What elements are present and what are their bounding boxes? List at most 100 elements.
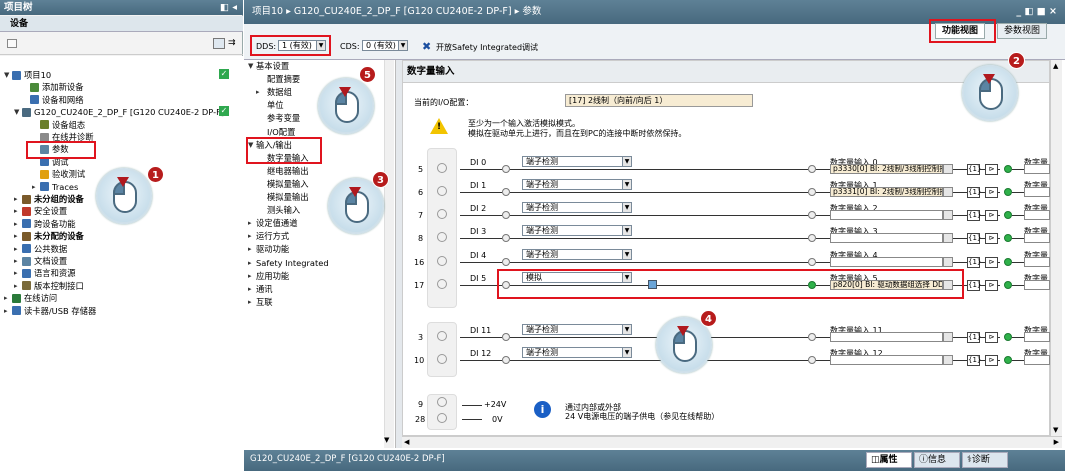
output-signal-right[interactable] — [1024, 355, 1050, 365]
list-view-icon[interactable] — [213, 38, 225, 49]
nav-item[interactable]: 配置摘要 — [256, 73, 300, 85]
expand-icon[interactable]: ▸ — [14, 193, 22, 205]
scroll-down-icon[interactable]: ▼ — [1053, 426, 1058, 434]
nav-item[interactable]: 继电器输出 — [256, 165, 309, 177]
invert-icon[interactable]: ⊳ — [985, 257, 998, 268]
expand-icon[interactable]: ▸ — [248, 270, 256, 282]
tree-item[interactable]: ▼ G120_CU240E_2_DP_F [G120 CU240E-2 DP-F] — [14, 106, 224, 118]
tree-item[interactable]: 设备组态 — [32, 119, 85, 131]
nav-item[interactable]: 参考变量 — [256, 112, 300, 124]
expand-icon[interactable]: ▸ — [248, 257, 256, 269]
mode-select[interactable]: 端子检测 ▼ — [522, 324, 632, 335]
output-signal-right[interactable] — [1024, 164, 1050, 174]
expand-icon[interactable]: ▸ — [248, 217, 256, 229]
tree-item[interactable]: ▸ 版本控制接口 — [14, 280, 84, 292]
content-hscrollbar[interactable]: ◀ ▶ — [402, 436, 1062, 448]
expand-icon[interactable]: ▸ — [4, 292, 12, 304]
output-signal-right[interactable] — [1024, 280, 1050, 290]
nav-item[interactable]: ▸ 应用功能 — [248, 270, 289, 282]
tree-item[interactable]: ▸ 在线访问 — [4, 292, 57, 304]
connector-icon[interactable]: {1} — [967, 280, 981, 291]
connector-icon[interactable]: {1} — [967, 164, 981, 175]
nav-item[interactable]: ▸ Safety Integrated — [248, 257, 329, 269]
nav-item[interactable]: ▸ 设定值通道 — [248, 217, 298, 229]
nav-expand-button[interactable]: ▼ — [384, 436, 394, 448]
expand-icon[interactable]: ▼ — [4, 69, 12, 81]
properties-tab[interactable]: ◫属性 — [866, 452, 912, 468]
tree-item[interactable]: ▸ 未分配的设备 — [14, 230, 84, 242]
tree-item[interactable]: ▼ 项目10 — [4, 69, 51, 81]
expand-icon[interactable]: ▸ — [14, 218, 22, 230]
signal-select-button[interactable] — [943, 164, 953, 174]
output-signal[interactable]: p3330[0] BI: 2线制/3线制控制指 — [830, 164, 943, 174]
devices-tab[interactable]: 设备 — [0, 16, 243, 32]
invert-icon[interactable]: ⊳ — [985, 280, 998, 291]
expand-icon[interactable]: ▸ — [248, 296, 256, 308]
mode-select[interactable]: 端子检测 ▼ — [522, 179, 632, 190]
expand-icon[interactable]: ▸ — [14, 243, 22, 255]
mode-select[interactable]: 端子检测 ▼ — [522, 347, 632, 358]
content-vscrollbar[interactable]: ▲ ▼ — [1050, 60, 1062, 436]
expand-icon[interactable]: ▸ — [32, 181, 40, 193]
connector-icon[interactable]: {1} — [967, 332, 981, 343]
nav-item[interactable]: ▸ 数据组 — [256, 86, 292, 98]
nav-item[interactable]: I/O配置 — [256, 126, 295, 138]
expand-icon[interactable]: ▸ — [14, 230, 22, 242]
nav-item[interactable]: ▸ 互联 — [248, 296, 273, 308]
output-signal[interactable] — [830, 355, 943, 365]
invert-icon[interactable]: ⊳ — [985, 355, 998, 366]
output-signal-right[interactable] — [1024, 233, 1050, 243]
nav-scrollbar[interactable] — [384, 60, 394, 448]
tree-item[interactable]: ▸ 读卡器/USB 存储器 — [4, 305, 96, 317]
signal-select-button[interactable] — [943, 355, 953, 365]
expand-icon[interactable]: ▸ — [14, 280, 22, 292]
connector-icon[interactable]: {1} — [967, 257, 981, 268]
connector-icon[interactable]: {1} — [967, 210, 981, 221]
nav-item[interactable]: 单位 — [256, 99, 284, 111]
expand-icon[interactable]: ▼ — [14, 106, 22, 118]
nav-item[interactable]: 测头输入 — [256, 204, 300, 216]
info-tab[interactable]: ⓘ信息 — [914, 452, 960, 468]
expand-icon[interactable]: ▸ — [256, 86, 267, 98]
mode-select[interactable]: 端子检测 ▼ — [522, 249, 632, 260]
tree-item[interactable]: ▸ 文档设置 — [14, 255, 67, 267]
output-signal[interactable] — [830, 332, 943, 342]
nav-item[interactable]: ▸ 通讯 — [248, 283, 273, 295]
tree-item[interactable]: 验收测试 — [32, 168, 85, 180]
connector-icon[interactable]: {1} — [967, 355, 981, 366]
scroll-up-icon[interactable]: ▲ — [1053, 62, 1058, 70]
nav-item[interactable]: 模拟量输入 — [256, 178, 309, 190]
invert-icon[interactable]: ⊳ — [985, 332, 998, 343]
expand-icon[interactable]: ▸ — [14, 205, 22, 217]
expand-icon[interactable]: ▸ — [14, 267, 22, 279]
cds-select[interactable]: 0 (有效) ▼ — [362, 40, 408, 51]
folder-icon[interactable] — [7, 39, 17, 48]
invert-icon[interactable]: ⊳ — [985, 210, 998, 221]
tree-item[interactable]: ▸ 跨设备功能 — [14, 218, 76, 230]
scroll-right-icon[interactable]: ▶ — [1054, 438, 1059, 446]
collapse-icon[interactable]: ◧ ◂ — [220, 0, 237, 15]
output-signal[interactable] — [830, 233, 943, 243]
output-signal[interactable]: p3331[0] BI: 2线制/3线制控制指 — [830, 187, 943, 197]
scroll-left-icon[interactable]: ◀ — [404, 438, 409, 446]
tree-item[interactable]: ▸ 公共数据 — [14, 243, 67, 255]
safety-button[interactable]: 开放Safety Integrated调试 — [436, 42, 538, 53]
expand-icon[interactable]: ▸ — [4, 305, 12, 317]
invert-icon[interactable]: ⊳ — [985, 164, 998, 175]
tree-item[interactable]: ▸ Traces — [32, 181, 78, 193]
signal-select-button[interactable] — [943, 332, 953, 342]
diagnostics-tab[interactable]: ⚕诊断 — [962, 452, 1008, 468]
mode-select[interactable]: 端子检测 ▼ — [522, 225, 632, 236]
tree-item[interactable]: ▸ 安全设置 — [14, 205, 67, 217]
output-signal[interactable] — [830, 210, 943, 220]
tree-item[interactable]: ▸ 语言和资源 — [14, 267, 76, 279]
output-signal[interactable] — [830, 257, 943, 267]
expand-icon[interactable]: ▼ — [248, 60, 256, 72]
tab-param-view[interactable]: 参数视图 — [997, 23, 1048, 39]
mode-select[interactable]: 端子检测 ▼ — [522, 156, 632, 167]
signal-select-button[interactable] — [943, 257, 953, 267]
signal-select-button[interactable] — [943, 187, 953, 197]
expand-icon[interactable]: ▸ — [248, 230, 256, 242]
connector-icon[interactable]: {1} — [967, 233, 981, 244]
mode-select[interactable]: 端子检测 ▼ — [522, 202, 632, 213]
